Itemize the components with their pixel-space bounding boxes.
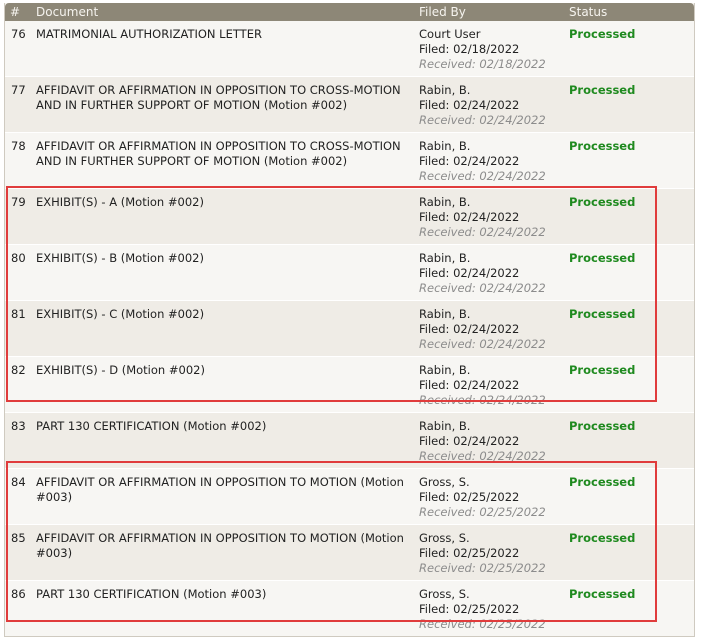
- table-row: 86 PART 130 CERTIFICATION (Motion #003) …: [5, 580, 694, 636]
- doc-number: 76: [11, 27, 26, 41]
- status-label: Processed: [569, 139, 636, 153]
- document-link[interactable]: AFFIDAVIT OR AFFIRMATION IN OPPOSITION T…: [36, 83, 416, 113]
- status-label: Processed: [569, 363, 636, 377]
- table-row: 84 AFFIDAVIT OR AFFIRMATION IN OPPOSITIO…: [5, 468, 694, 524]
- header-document[interactable]: Document: [36, 6, 98, 19]
- status-label: Processed: [569, 27, 636, 41]
- doc-number: 82: [11, 363, 26, 377]
- filer-name: Court User: [419, 27, 481, 41]
- filer-name: Rabin, B.: [419, 419, 471, 433]
- filed-by-cell: Rabin, B. Filed: 02/24/2022 Received: 02…: [419, 83, 559, 128]
- filed-date: Filed: 02/24/2022: [419, 266, 520, 280]
- header-status[interactable]: Status: [569, 6, 607, 19]
- status-label: Processed: [569, 587, 636, 601]
- status-label: Processed: [569, 83, 636, 97]
- filed-by-cell: Rabin, B. Filed: 02/24/2022 Received: 02…: [419, 251, 559, 296]
- doc-number: 84: [11, 475, 26, 489]
- filed-by-cell: Rabin, B. Filed: 02/24/2022 Received: 02…: [419, 139, 559, 184]
- doc-number: 78: [11, 139, 26, 153]
- table-row: 79 EXHIBIT(S) - A (Motion #002) Rabin, B…: [5, 188, 694, 244]
- received-date: Received: 02/24/2022: [419, 281, 546, 295]
- filer-name: Rabin, B.: [419, 195, 471, 209]
- header-filed-by[interactable]: Filed By: [419, 6, 466, 19]
- doc-number: 80: [11, 251, 26, 265]
- document-link[interactable]: EXHIBIT(S) - B (Motion #002): [36, 251, 416, 266]
- filed-by-cell: Gross, S. Filed: 02/25/2022 Received: 02…: [419, 475, 559, 520]
- table-row: 77 AFFIDAVIT OR AFFIRMATION IN OPPOSITIO…: [5, 76, 694, 132]
- filed-date: Filed: 02/25/2022: [419, 602, 520, 616]
- filed-date: Filed: 02/24/2022: [419, 434, 520, 448]
- status-label: Processed: [569, 475, 636, 489]
- table-row: 78 AFFIDAVIT OR AFFIRMATION IN OPPOSITIO…: [5, 132, 694, 188]
- filed-date: Filed: 02/24/2022: [419, 98, 520, 112]
- filer-name: Rabin, B.: [419, 251, 471, 265]
- received-date: Received: 02/25/2022: [419, 561, 546, 575]
- status-label: Processed: [569, 531, 636, 545]
- filer-name: Rabin, B.: [419, 139, 471, 153]
- document-link[interactable]: EXHIBIT(S) - D (Motion #002): [36, 363, 416, 378]
- filer-name: Rabin, B.: [419, 83, 471, 97]
- received-date: Received: 02/24/2022: [419, 113, 546, 127]
- filer-name: Gross, S.: [419, 587, 470, 601]
- received-date: Received: 02/24/2022: [419, 449, 546, 463]
- page: # Document Filed By Status 76 MATRIMONIA…: [0, 0, 704, 637]
- filed-by-cell: Rabin, B. Filed: 02/24/2022 Received: 02…: [419, 307, 559, 352]
- filer-name: Gross, S.: [419, 531, 470, 545]
- doc-number: 85: [11, 531, 26, 545]
- status-label: Processed: [569, 195, 636, 209]
- filed-date: Filed: 02/25/2022: [419, 490, 520, 504]
- filed-date: Filed: 02/18/2022: [419, 42, 520, 56]
- received-date: Received: 02/24/2022: [419, 337, 546, 351]
- filed-date: Filed: 02/24/2022: [419, 378, 520, 392]
- filed-by-cell: Rabin, B. Filed: 02/24/2022 Received: 02…: [419, 363, 559, 408]
- received-date: Received: 02/25/2022: [419, 617, 546, 631]
- document-link[interactable]: MATRIMONIAL AUTHORIZATION LETTER: [36, 27, 416, 42]
- table-row: 76 MATRIMONIAL AUTHORIZATION LETTER Cour…: [5, 21, 694, 76]
- table-row: 80 EXHIBIT(S) - B (Motion #002) Rabin, B…: [5, 244, 694, 300]
- status-label: Processed: [569, 419, 636, 433]
- status-label: Processed: [569, 251, 636, 265]
- document-link[interactable]: EXHIBIT(S) - A (Motion #002): [36, 195, 416, 210]
- table-row: 81 EXHIBIT(S) - C (Motion #002) Rabin, B…: [5, 300, 694, 356]
- filed-by-cell: Gross, S. Filed: 02/25/2022 Received: 02…: [419, 531, 559, 576]
- filed-by-cell: Rabin, B. Filed: 02/24/2022 Received: 02…: [419, 419, 559, 464]
- filed-date: Filed: 02/25/2022: [419, 546, 520, 560]
- filed-date: Filed: 02/24/2022: [419, 210, 520, 224]
- filed-by-cell: Gross, S. Filed: 02/25/2022 Received: 02…: [419, 587, 559, 632]
- filed-date: Filed: 02/24/2022: [419, 154, 520, 168]
- documents-table: # Document Filed By Status 76 MATRIMONIA…: [4, 3, 695, 637]
- received-date: Received: 02/25/2022: [419, 505, 546, 519]
- table-row: 85 AFFIDAVIT OR AFFIRMATION IN OPPOSITIO…: [5, 524, 694, 580]
- received-date: Received: 02/24/2022: [419, 169, 546, 183]
- document-link[interactable]: AFFIDAVIT OR AFFIRMATION IN OPPOSITION T…: [36, 531, 416, 561]
- doc-number: 77: [11, 83, 26, 97]
- filed-by-cell: Court User Filed: 02/18/2022 Received: 0…: [419, 27, 559, 72]
- document-link[interactable]: EXHIBIT(S) - C (Motion #002): [36, 307, 416, 322]
- filer-name: Rabin, B.: [419, 363, 471, 377]
- table-header: # Document Filed By Status: [5, 3, 694, 21]
- received-date: Received: 02/18/2022: [419, 57, 546, 71]
- document-link[interactable]: AFFIDAVIT OR AFFIRMATION IN OPPOSITION T…: [36, 475, 416, 505]
- filed-date: Filed: 02/24/2022: [419, 322, 520, 336]
- filer-name: Rabin, B.: [419, 307, 471, 321]
- filed-by-cell: Rabin, B. Filed: 02/24/2022 Received: 02…: [419, 195, 559, 240]
- doc-number: 79: [11, 195, 26, 209]
- document-link[interactable]: PART 130 CERTIFICATION (Motion #003): [36, 587, 416, 602]
- document-link[interactable]: PART 130 CERTIFICATION (Motion #002): [36, 419, 416, 434]
- header-num: #: [10, 5, 21, 19]
- received-date: Received: 02/24/2022: [419, 225, 546, 239]
- doc-number: 81: [11, 307, 26, 321]
- doc-number: 86: [11, 587, 26, 601]
- received-date: Received: 02/24/2022: [419, 393, 546, 407]
- doc-number: 83: [11, 419, 26, 433]
- status-label: Processed: [569, 307, 636, 321]
- table-row: 82 EXHIBIT(S) - D (Motion #002) Rabin, B…: [5, 356, 694, 412]
- document-link[interactable]: AFFIDAVIT OR AFFIRMATION IN OPPOSITION T…: [36, 139, 416, 169]
- table-row: 83 PART 130 CERTIFICATION (Motion #002) …: [5, 412, 694, 468]
- filer-name: Gross, S.: [419, 475, 470, 489]
